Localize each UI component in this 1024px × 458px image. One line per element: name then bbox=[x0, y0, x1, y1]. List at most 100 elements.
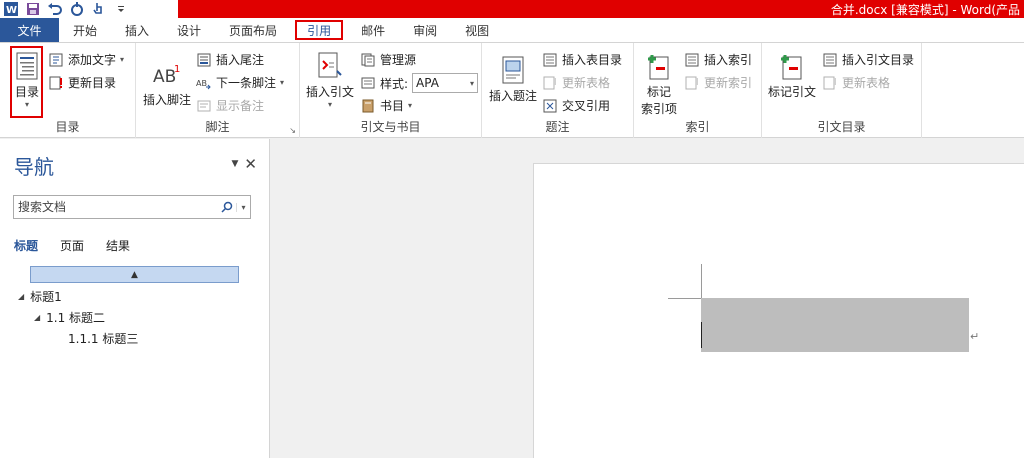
heading-item-level-2[interactable]: ◢ 1.1 标题二 bbox=[34, 309, 105, 326]
close-icon[interactable]: ✕ bbox=[244, 155, 257, 173]
margin-corner-mark bbox=[668, 298, 702, 299]
update-toa-icon bbox=[822, 75, 838, 91]
heading-text: 1.1.1 标题三 bbox=[68, 332, 139, 346]
tab-insert[interactable]: 插入 bbox=[111, 18, 163, 42]
manage-sources-button[interactable]: 管理源 bbox=[360, 51, 416, 68]
style-select-value: APA bbox=[416, 76, 439, 90]
mark-citation-icon bbox=[776, 49, 808, 83]
undo-icon[interactable] bbox=[44, 0, 66, 18]
toc-button[interactable]: 目录 ▾ bbox=[12, 49, 42, 109]
add-text-button[interactable]: 添加文字 ▾ bbox=[48, 51, 124, 68]
tab-layout[interactable]: 页面布局 bbox=[215, 18, 291, 42]
insert-index-button[interactable]: 插入索引 bbox=[684, 51, 752, 68]
insert-index-label: 插入索引 bbox=[704, 53, 753, 67]
tab-design[interactable]: 设计 bbox=[163, 18, 215, 42]
update-toa-button[interactable]: 更新表格 bbox=[822, 74, 890, 91]
insert-table-of-figures-label: 插入表目录 bbox=[562, 53, 623, 67]
update-table-of-figures-button[interactable]: 更新表格 bbox=[542, 74, 610, 91]
show-notes-icon bbox=[196, 98, 212, 114]
bibliography-button[interactable]: 书目 ▾ bbox=[360, 97, 412, 114]
ribbon-tabs: 文件 开始 插入 设计 页面布局 引用 邮件 审阅 视图 bbox=[0, 18, 1024, 42]
insert-endnote-label: 插入尾注 bbox=[216, 53, 265, 67]
tab-file[interactable]: 文件 bbox=[0, 18, 59, 42]
update-index-label: 更新索引 bbox=[704, 76, 753, 90]
pane-options-icon[interactable]: ▼ bbox=[232, 159, 239, 169]
show-notes-label: 显示备注 bbox=[216, 99, 265, 113]
nav-search-box: ▾ bbox=[13, 195, 251, 219]
update-table-icon bbox=[48, 75, 64, 91]
chevron-down-icon: ▾ bbox=[120, 55, 125, 64]
redo-icon[interactable] bbox=[66, 0, 88, 18]
expand-triangle-icon[interactable]: ◢ bbox=[18, 292, 24, 301]
insert-caption-button[interactable]: 插入题注 bbox=[486, 53, 540, 104]
toc-icon bbox=[11, 49, 43, 83]
save-icon[interactable] bbox=[22, 0, 44, 18]
collapse-all-bar[interactable]: ▲ bbox=[30, 266, 239, 283]
mark-entry-button[interactable]: 标记 索引项 bbox=[638, 49, 680, 117]
cross-reference-button[interactable]: 交叉引用 bbox=[542, 97, 610, 114]
chevron-down-icon[interactable]: ▾ bbox=[236, 202, 250, 212]
nav-pane-title: 导航 bbox=[14, 155, 54, 179]
footnote-icon: AB 1 bbox=[151, 57, 183, 91]
tab-review[interactable]: 审阅 bbox=[399, 18, 451, 42]
style-icon bbox=[360, 75, 376, 91]
nav-tab-results[interactable]: 结果 bbox=[106, 237, 130, 254]
mark-entry-label-1: 标记 bbox=[646, 85, 671, 99]
toc-placeholder-field[interactable] bbox=[701, 298, 969, 352]
heading-item-level-3[interactable]: 1.1.1 标题三 bbox=[68, 330, 138, 347]
update-index-button[interactable]: 更新索引 bbox=[684, 74, 752, 91]
insert-citation-button[interactable]: 插入引文 ▾ bbox=[304, 49, 356, 109]
expand-triangle-icon[interactable]: ◢ bbox=[34, 313, 40, 322]
quick-access-toolbar: W bbox=[0, 0, 132, 18]
nav-tabs: 标题 页面 结果 bbox=[14, 237, 130, 254]
tab-home[interactable]: 开始 bbox=[59, 18, 111, 42]
next-footnote-icon: AB bbox=[196, 75, 212, 91]
insert-footnote-button[interactable]: AB 1 插入脚注 bbox=[142, 57, 192, 108]
svg-text:1: 1 bbox=[174, 64, 180, 75]
window-title: 合并.docx [兼容模式] - Word(产品 bbox=[830, 3, 1020, 17]
update-table-of-figures-label: 更新表格 bbox=[562, 76, 611, 90]
text-cursor bbox=[701, 322, 702, 348]
update-table-button[interactable]: 更新目录 bbox=[48, 74, 116, 91]
insert-index-icon bbox=[684, 52, 700, 68]
manage-sources-label: 管理源 bbox=[380, 53, 417, 67]
update-table-label: 更新目录 bbox=[68, 76, 117, 90]
citations-group-label: 引文与书目 bbox=[360, 120, 421, 134]
insert-footnote-label: 插入脚注 bbox=[142, 93, 191, 107]
chevron-down-icon: ▾ bbox=[24, 100, 29, 109]
svg-text:W: W bbox=[6, 5, 17, 16]
mark-entry-label-2: 索引项 bbox=[640, 102, 677, 116]
tab-references[interactable]: 引用 bbox=[295, 20, 344, 40]
word-window: W 合并.docx [兼容模式] - Word(产品 文件 开始 插入 设计 页… bbox=[0, 0, 1024, 458]
footnotes-group-label: 脚注 bbox=[205, 120, 230, 134]
nav-tab-pages[interactable]: 页面 bbox=[60, 237, 84, 254]
title-bar-accent: 合并.docx [兼容模式] - Word(产品 bbox=[178, 0, 1024, 18]
nav-tab-headings[interactable]: 标题 bbox=[14, 237, 38, 254]
insert-toa-button[interactable]: 插入引文目录 bbox=[822, 51, 914, 68]
citation-style-control: 样式: APA ▾ bbox=[360, 73, 479, 93]
mark-citation-button[interactable]: 标记引文 bbox=[766, 49, 818, 100]
dialog-launcher-icon[interactable]: ↘ bbox=[289, 126, 296, 135]
document-page[interactable]: ↵ bbox=[533, 163, 1024, 458]
manage-sources-icon bbox=[360, 52, 376, 68]
insert-endnote-button[interactable]: 插入尾注 bbox=[196, 51, 264, 68]
customize-qat-icon[interactable] bbox=[110, 0, 132, 18]
search-input[interactable] bbox=[14, 197, 218, 217]
next-footnote-label: 下一条脚注 bbox=[216, 76, 277, 90]
captions-group-label: 题注 bbox=[545, 120, 570, 134]
insert-table-of-figures-button[interactable]: 插入表目录 bbox=[542, 51, 622, 68]
search-icon[interactable] bbox=[218, 201, 236, 213]
tab-view[interactable]: 视图 bbox=[451, 18, 503, 42]
show-notes-button[interactable]: 显示备注 bbox=[196, 97, 264, 114]
style-select[interactable]: APA ▾ bbox=[412, 73, 479, 93]
collapse-up-icon: ▲ bbox=[131, 269, 138, 280]
mark-citation-label: 标记引文 bbox=[767, 85, 816, 99]
next-footnote-button[interactable]: AB 下一条脚注 ▾ bbox=[196, 74, 284, 91]
insert-citation-icon bbox=[314, 49, 346, 83]
word-logo-icon: W bbox=[0, 0, 22, 18]
heading-item-level-1[interactable]: ◢ 标题1 bbox=[18, 288, 62, 305]
touch-mode-icon[interactable] bbox=[88, 0, 110, 18]
bibliography-label: 书目 bbox=[380, 99, 405, 113]
ribbon-references: 目录 ▾ 添加文字 ▾ 更新目录 目录 AB 1 插入脚注 插入尾注 AB 下一… bbox=[0, 42, 1024, 138]
tab-mailings[interactable]: 邮件 bbox=[347, 18, 399, 42]
